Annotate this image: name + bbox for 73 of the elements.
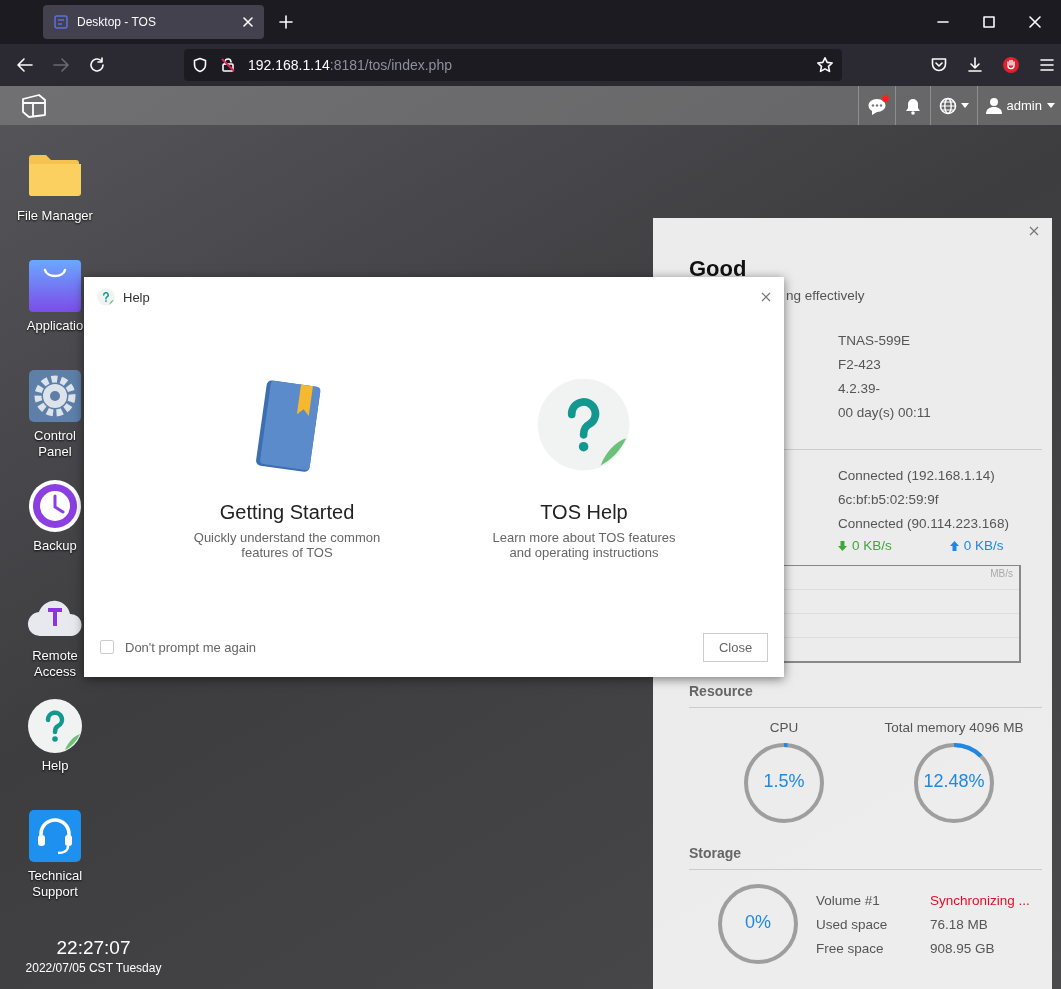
item-description: Learn more about TOS features and operating instructions [492, 530, 676, 560]
status-note: ng effectively [786, 288, 866, 303]
maximize-icon[interactable] [983, 16, 995, 28]
user-menu[interactable]: admin [976, 86, 1061, 125]
clock-date: 2022/07/05 CST Tuesday [24, 961, 163, 975]
headset-icon[interactable] [27, 808, 83, 864]
url-text: 192.168.1.14:8181/tos/index.php [248, 57, 453, 73]
storage-value: 908.95 GB [930, 940, 996, 956]
clock-time: 22:27:07 [55, 937, 132, 959]
gauge-reading: 0% [744, 912, 772, 933]
bell-icon [903, 96, 922, 115]
item-description: Quickly understand the common features of TOS [193, 530, 381, 560]
chat-bubble-icon [866, 96, 887, 115]
new-tab-icon[interactable] [278, 14, 294, 30]
storage-value: 76.18 MB [930, 916, 989, 932]
storage-value: Synchronizing ... [930, 892, 1031, 908]
caret-icon [1047, 103, 1055, 108]
info-value: 00 day(s) 00:11 [838, 404, 932, 422]
reload-icon[interactable] [88, 56, 106, 74]
browser-tab[interactable]: Desktop - TOS [43, 5, 264, 39]
question-mark-icon[interactable] [27, 698, 83, 754]
item-title[interactable]: Getting Started [219, 501, 355, 524]
info-value: F2-423 [838, 356, 882, 374]
app-label[interactable]: Control Panel [34, 428, 76, 460]
gauge-reading: 1.5% [762, 771, 806, 792]
lock-slash-icon[interactable] [220, 57, 236, 73]
upload-speed: 0 KB/s [949, 538, 1004, 553]
question-mark-icon [97, 288, 115, 306]
shopping-bag-icon[interactable] [27, 258, 83, 314]
back-arrow-icon[interactable] [16, 56, 34, 74]
star-icon[interactable] [816, 56, 834, 74]
info-value: Connected (192.168.1.14) [838, 467, 996, 485]
window-icon [53, 14, 69, 30]
info-value: 4.2.39- [838, 380, 882, 398]
info-value: 6c:bf:b5:02:59:9f [838, 491, 940, 509]
window-logo-icon[interactable] [20, 91, 48, 120]
storage-label: Used space [816, 916, 889, 932]
storage-label: Volume #1 [816, 892, 881, 908]
up-arrow-icon [949, 540, 959, 551]
address-bar[interactable]: 192.168.1.14:8181/tos/index.php [184, 49, 842, 81]
dont-prompt-checkbox[interactable]: Don't prompt me again [100, 639, 257, 655]
hand-icon[interactable] [1002, 56, 1020, 74]
app-label[interactable]: Help [41, 758, 69, 774]
app-label[interactable]: Backup [33, 538, 77, 554]
info-value: TNAS-599E [838, 332, 912, 350]
down-arrow-icon [838, 540, 847, 551]
app-label[interactable]: Remote Access [32, 648, 78, 680]
app-label[interactable]: File Manager [17, 208, 93, 224]
gauge-label: Total memory 4096 MB [884, 720, 1024, 735]
section-title: Resource [689, 683, 754, 699]
menu-icon[interactable] [1038, 56, 1056, 74]
close-button[interactable]: Close [703, 632, 768, 662]
caret-icon [960, 103, 969, 108]
person-icon [985, 97, 1002, 114]
download-icon[interactable] [966, 56, 984, 74]
download-speed: 0 KB/s [838, 538, 892, 553]
globe-icon [938, 96, 957, 115]
chart-unit: MB/s [990, 568, 1013, 579]
item-title[interactable]: TOS Help [540, 501, 628, 524]
gauge-reading: 12.48% [922, 771, 986, 792]
tab-title: Desktop - TOS [77, 15, 157, 29]
shield-icon[interactable] [192, 57, 208, 73]
app-label[interactable]: Applicatio [26, 318, 84, 334]
storage-label: Free space [816, 940, 885, 956]
dialog-title: Help [123, 289, 150, 305]
app-label[interactable]: Technical Support [27, 868, 83, 900]
section-title: Storage [689, 845, 743, 861]
info-value: Connected (90.114.223.168) [838, 515, 1010, 533]
clock-icon[interactable] [27, 478, 83, 534]
gauge-label: CPU [769, 720, 799, 735]
gear-icon[interactable] [27, 368, 83, 424]
status-title: Good [689, 256, 748, 282]
pocket-icon[interactable] [930, 56, 948, 74]
